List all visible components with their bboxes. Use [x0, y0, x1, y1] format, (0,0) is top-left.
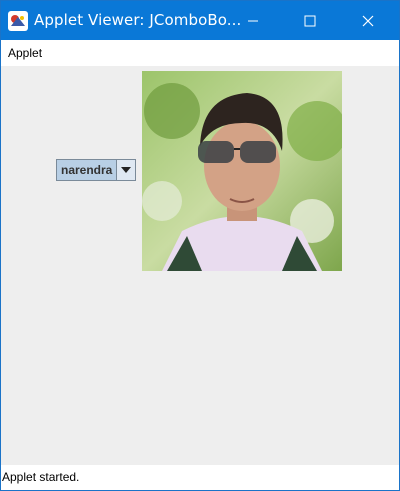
close-icon	[362, 15, 374, 26]
minimize-button[interactable]	[230, 1, 276, 40]
title-bar[interactable]: Applet Viewer: JComboBo...	[1, 1, 399, 40]
status-text: Applet started.	[2, 470, 80, 484]
applet-viewer-window: Applet Viewer: JComboBo... Applet narend…	[0, 0, 400, 491]
java-duke-icon	[8, 11, 28, 31]
portrait-photo	[142, 71, 342, 271]
applet-content: narendra	[1, 66, 399, 465]
combobox-selected-value: narendra	[61, 163, 113, 177]
window-title: Applet Viewer: JComboBo...	[34, 11, 242, 29]
combobox-arrow-button[interactable]	[116, 160, 135, 180]
menu-applet[interactable]: Applet	[8, 46, 42, 60]
status-bar: Applet started.	[1, 465, 399, 490]
maximize-icon	[304, 15, 316, 26]
chevron-down-icon	[121, 167, 131, 173]
maximize-button[interactable]	[287, 1, 333, 40]
minimize-icon	[248, 20, 258, 21]
menu-bar: Applet	[1, 40, 399, 66]
name-combobox[interactable]: narendra	[56, 159, 136, 181]
close-button[interactable]	[345, 1, 391, 40]
